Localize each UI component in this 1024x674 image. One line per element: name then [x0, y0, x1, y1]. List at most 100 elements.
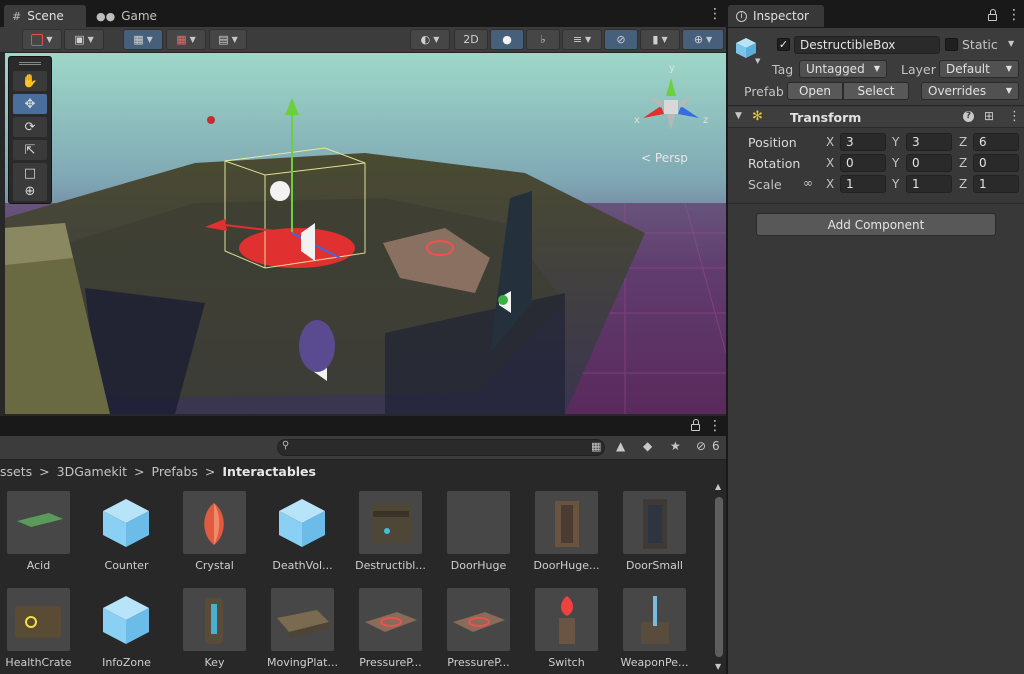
filter-by-label-icon[interactable]: ◆: [643, 439, 652, 453]
tag-dropdown[interactable]: Untagged ▼: [799, 60, 887, 78]
prefab-dropdown-caret-icon[interactable]: ▼: [755, 57, 760, 65]
position-x-label: X: [826, 135, 835, 149]
rotate-tool-button[interactable]: ⟳: [13, 117, 47, 137]
gizmos-button[interactable]: ⊕ ▼: [682, 29, 724, 50]
breadcrumb: ssets > 3DGamekit > Prefabs > Interactab…: [0, 460, 726, 482]
tab-scene[interactable]: # Scene: [4, 5, 86, 27]
scene-toolbar: ▼ ▣ ▼ ▦ ▼ ▦ ▼ ▤ ▼ ◐ ▼ 2D ● ♭ ≡ ▼ ⊘ ▮ ▼ ⊕…: [0, 27, 726, 53]
asset-item[interactable]: DoorHuge: [440, 482, 526, 576]
position-z-field[interactable]: 6: [973, 133, 1019, 151]
asset-item[interactable]: Switch: [528, 579, 614, 673]
asset-item[interactable]: Acid: [0, 482, 86, 576]
add-component-button[interactable]: Add Component: [756, 213, 996, 236]
breadcrumb-prefabs[interactable]: Prefabs: [152, 464, 198, 479]
asset-item[interactable]: Destructibl...: [352, 482, 438, 576]
lock-icon[interactable]: [691, 419, 700, 431]
toggle-2d-button[interactable]: 2D: [454, 29, 488, 50]
shading-mode-button[interactable]: ▣ ▼: [64, 29, 104, 50]
static-dropdown-caret-icon[interactable]: ▼: [1008, 39, 1014, 48]
asset-grid-scrollbar[interactable]: ▲ ▼: [712, 482, 725, 674]
transform-tool-button[interactable]: ⊕: [13, 181, 47, 201]
orientation-gizmo[interactable]: [631, 68, 711, 138]
scroll-thumb[interactable]: [715, 497, 723, 657]
favorites-star-icon[interactable]: ★: [670, 439, 681, 453]
gamepad-icon: ●●: [96, 9, 116, 23]
scale-z-field[interactable]: 1: [973, 175, 1019, 193]
rect-tool-button[interactable]: □: [13, 163, 47, 183]
eye-slash-icon: ⊘: [616, 33, 626, 46]
search-input[interactable]: ⚲: [277, 439, 605, 456]
hidden-objects-button[interactable]: ⊘: [604, 29, 638, 50]
breadcrumb-assets[interactable]: ssets: [0, 464, 32, 479]
position-y-label: Y: [892, 135, 900, 149]
active-checkbox[interactable]: ✓: [777, 38, 790, 51]
position-x-field[interactable]: 3: [840, 133, 886, 151]
asset-item[interactable]: MovingPlat...: [264, 579, 350, 673]
asset-item[interactable]: HealthCrate: [0, 579, 86, 673]
moving-platform-icon: [277, 610, 329, 638]
tab-game[interactable]: ●● Game: [88, 5, 158, 27]
asset-item[interactable]: PressureP...: [440, 579, 526, 673]
effects-button[interactable]: ≡ ▼: [562, 29, 602, 50]
hand-tool-button[interactable]: ✋: [13, 71, 47, 91]
scroll-down-arrow-icon[interactable]: ▼: [715, 662, 721, 671]
breadcrumb-3dgamekit[interactable]: 3DGamekit: [57, 464, 127, 479]
prefab-overrides-dropdown[interactable]: Overrides ▼: [921, 82, 1019, 100]
foldout-arrow-icon[interactable]: ▼: [735, 111, 742, 121]
tab-inspector[interactable]: i Inspector: [728, 5, 824, 27]
prefab-select-button[interactable]: Select: [843, 82, 909, 100]
camera-button[interactable]: ▮ ▼: [640, 29, 680, 50]
presets-sliders-icon[interactable]: ⊞: [984, 109, 994, 123]
layer-dropdown[interactable]: Default ▼: [939, 60, 1019, 78]
draw-mode-button[interactable]: ▼: [22, 29, 62, 50]
increment-snap-button[interactable]: ▦ ▼: [166, 29, 206, 50]
scale-y-field[interactable]: 1: [906, 175, 952, 193]
scroll-up-arrow-icon[interactable]: ▲: [715, 482, 721, 491]
inspector-lock-icon[interactable]: [988, 9, 997, 21]
static-checkbox[interactable]: [945, 38, 958, 51]
gizmo-x-label: x: [634, 115, 640, 126]
transform-component-header[interactable]: ▼ ✻ Transform ? ⊞ ⋮: [728, 107, 1024, 128]
hidden-packages-icon[interactable]: ⊘: [696, 439, 706, 453]
filter-by-type-icon[interactable]: ▲: [616, 439, 625, 453]
tool-strip-handle[interactable]: [19, 62, 41, 65]
chevron-down-icon: ▼: [873, 64, 880, 73]
position-y-field[interactable]: 3: [906, 133, 952, 151]
object-name-field[interactable]: DestructibleBox: [794, 36, 940, 54]
project-menu-kebab-icon[interactable]: ⋮: [708, 419, 722, 433]
ruler-button[interactable]: ▤ ▼: [209, 29, 247, 50]
globe-icon: ⊕: [693, 33, 704, 46]
lighting-toggle-button[interactable]: ●: [490, 29, 524, 50]
search-icon: ⚲: [282, 440, 290, 451]
asset-thumbnail: [7, 491, 70, 554]
asset-item[interactable]: WeaponPe...: [616, 579, 702, 673]
scale-tool-button[interactable]: ⇱: [13, 140, 47, 160]
scale-x-field[interactable]: 1: [840, 175, 886, 193]
breadcrumb-interactables[interactable]: Interactables: [222, 464, 316, 479]
rotation-z-field[interactable]: 0: [973, 154, 1019, 172]
rotation-x-field[interactable]: 0: [840, 154, 886, 172]
projection-toggle[interactable]: < Persp: [641, 151, 688, 165]
asset-item[interactable]: Key: [176, 579, 262, 673]
scene-menu-kebab-icon[interactable]: ⋮: [708, 7, 722, 21]
asset-item[interactable]: DeathVol...: [264, 482, 350, 576]
asset-item[interactable]: InfoZone: [88, 579, 174, 673]
asset-item[interactable]: Crystal: [176, 482, 262, 576]
grid-snap-button[interactable]: ▦ ▼: [123, 29, 163, 50]
asset-item[interactable]: Counter: [88, 482, 174, 576]
audio-toggle-button[interactable]: ♭: [526, 29, 560, 50]
inspector-menu-kebab-icon[interactable]: ⋮: [1007, 8, 1021, 22]
asset-thumbnail: [95, 588, 158, 651]
search-by-type-icon[interactable]: ▦: [591, 440, 601, 453]
prefab-open-button[interactable]: Open: [787, 82, 843, 100]
asset-item[interactable]: DoorSmall: [616, 482, 702, 576]
scene-viewport[interactable]: y x z: [5, 53, 726, 414]
component-menu-kebab-icon[interactable]: ⋮: [1008, 109, 1021, 124]
rotation-y-field[interactable]: 0: [906, 154, 952, 172]
move-tool-button[interactable]: ✥: [13, 94, 47, 114]
help-icon[interactable]: ?: [963, 111, 974, 122]
constrain-proportions-link-icon[interactable]: ∞: [803, 176, 813, 190]
asset-item[interactable]: PressureP...: [352, 579, 438, 673]
render-mode-button[interactable]: ◐ ▼: [410, 29, 450, 50]
asset-item[interactable]: DoorHuge...: [528, 482, 614, 576]
